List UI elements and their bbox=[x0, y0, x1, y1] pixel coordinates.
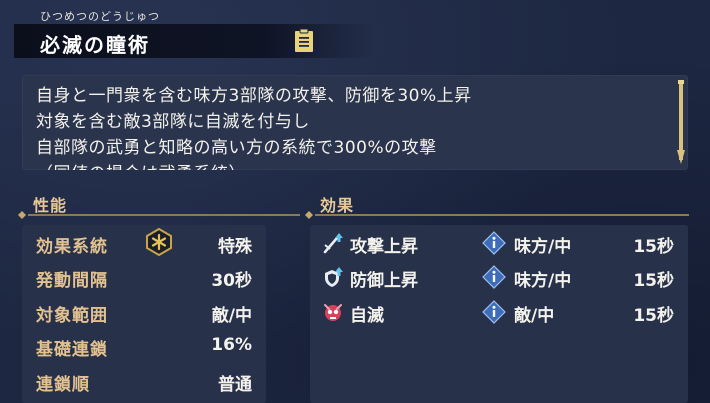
effect-duration: 15秒 bbox=[633, 271, 674, 291]
attack-up-icon bbox=[322, 232, 344, 254]
memo-icon[interactable] bbox=[292, 28, 316, 54]
stat-row-effect-type: 効果系統 特殊 bbox=[22, 227, 266, 261]
effects-divider bbox=[305, 211, 689, 219]
stat-label: 効果系統 bbox=[36, 237, 108, 257]
self-destruct-icon bbox=[322, 301, 344, 323]
description-line: （同値の場合は武勇系統） bbox=[36, 159, 246, 170]
effect-target: 敵/中 bbox=[514, 306, 555, 326]
stat-value: 敵/中 bbox=[211, 306, 252, 326]
effect-row-attack-up: 攻撃上昇 味方/中 15秒 bbox=[310, 227, 688, 261]
stat-row-base-chain: 基礎連鎖 16% bbox=[22, 330, 266, 364]
stat-label: 連鎖順 bbox=[36, 375, 90, 395]
stat-value: 特殊 bbox=[218, 237, 252, 257]
description-line: 自部隊の武勇と知略の高い方の系統で300%の攻撃 bbox=[36, 138, 437, 158]
info-icon[interactable] bbox=[482, 300, 506, 324]
stat-row-range: 対象範囲 敵/中 bbox=[22, 296, 266, 330]
effect-target: 味方/中 bbox=[514, 271, 572, 291]
effect-name: 防御上昇 bbox=[350, 271, 418, 291]
special-type-icon bbox=[146, 227, 172, 257]
effect-name: 攻撃上昇 bbox=[350, 237, 418, 257]
effect-row-defense-up: 防御上昇 味方/中 15秒 bbox=[310, 261, 688, 295]
effect-duration: 15秒 bbox=[633, 237, 674, 257]
stat-row-interval: 発動間隔 30秒 bbox=[22, 261, 266, 295]
effect-target: 味方/中 bbox=[514, 237, 572, 257]
stat-value: 30秒 bbox=[211, 271, 252, 291]
stat-label: 発動間隔 bbox=[36, 271, 108, 291]
performance-divider bbox=[18, 211, 300, 219]
defense-up-icon bbox=[322, 266, 344, 288]
effects-panel: 攻撃上昇 味方/中 15秒 防御上昇 味方/中 15秒 自滅 敵/中 15秒 bbox=[310, 225, 688, 403]
effect-duration: 15秒 bbox=[633, 306, 674, 326]
description-line: 対象を含む敵3部隊に自滅を付与し bbox=[36, 112, 310, 132]
skill-title: 必滅の瞳術 bbox=[40, 33, 150, 57]
stat-value: 普通 bbox=[218, 375, 252, 395]
effect-name: 自滅 bbox=[350, 306, 384, 326]
effect-row-self-destruct: 自滅 敵/中 15秒 bbox=[310, 296, 688, 330]
stat-label: 基礎連鎖 bbox=[36, 340, 108, 360]
info-icon[interactable] bbox=[482, 265, 506, 289]
stat-label: 対象範囲 bbox=[36, 306, 108, 326]
title-furigana: ひつめつのどうじゅつ bbox=[40, 10, 160, 23]
stat-row-chain-order: 連鎖順 普通 bbox=[22, 365, 266, 399]
description-box: 自身と一門衆を含む味方3部隊の攻撃、防御を30%上昇 対象を含む敵3部隊に自滅を… bbox=[22, 75, 688, 170]
description-scrollbar[interactable] bbox=[676, 80, 686, 164]
stat-value: 16% bbox=[211, 335, 252, 355]
description-line: 自身と一門衆を含む味方3部隊の攻撃、防御を30%上昇 bbox=[36, 86, 472, 106]
performance-panel: 効果系統 特殊 発動間隔 30秒 対象範囲 敵/中 基礎連鎖 16% 連鎖順 普… bbox=[22, 225, 266, 403]
info-icon[interactable] bbox=[482, 231, 506, 255]
